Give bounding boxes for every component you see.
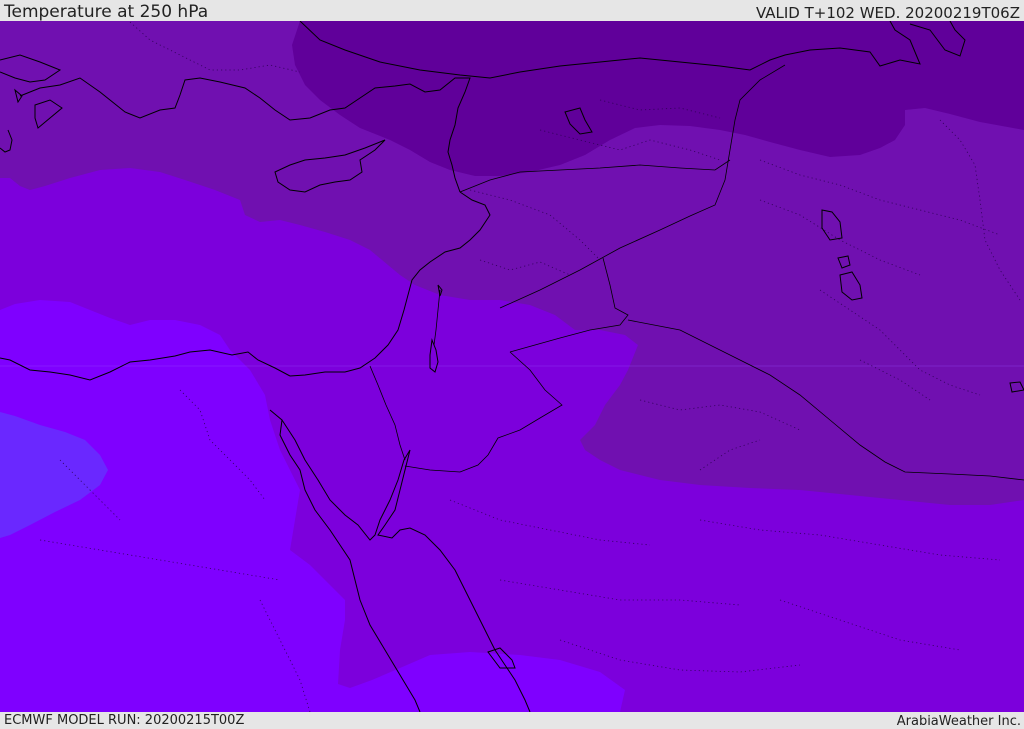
- model-run-label: ECMWF MODEL RUN: 20200215T00Z: [4, 713, 245, 728]
- weather-map-frame: Temperature at 250 hPa VALID T+102 WED. …: [0, 0, 1024, 729]
- credit-label: ArabiaWeather Inc.: [896, 714, 1021, 729]
- footer-bar: ECMWF MODEL RUN: 20200215T00Z ArabiaWeat…: [0, 712, 1024, 729]
- map-canvas: [0, 21, 1024, 712]
- header-bar: Temperature at 250 hPa VALID T+102 WED. …: [0, 0, 1024, 21]
- valid-time-label: VALID T+102 WED. 20200219T06Z: [755, 4, 1020, 22]
- map-svg: [0, 21, 1024, 712]
- map-title: Temperature at 250 hPa: [4, 2, 209, 22]
